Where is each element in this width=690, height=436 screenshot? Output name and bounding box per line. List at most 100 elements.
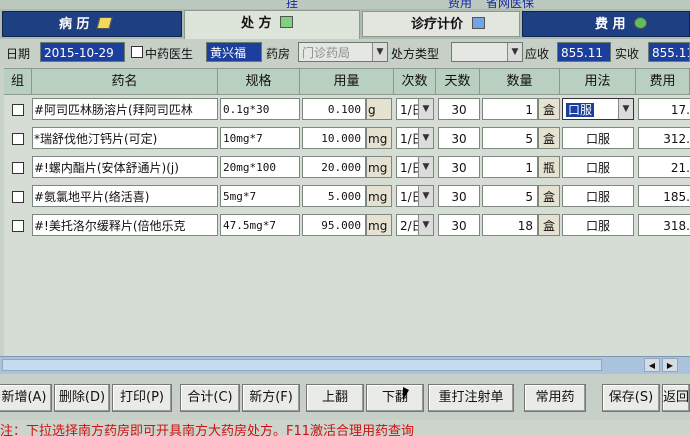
quantity-unit-cell[interactable]: 盒 (538, 98, 560, 120)
dose-unit-cell[interactable]: mg (366, 214, 392, 236)
dose-unit-cell[interactable]: mg (366, 127, 392, 149)
days-cell[interactable]: 30 (438, 185, 480, 207)
usage-select[interactable]: 口服 ▼ (562, 98, 634, 120)
tab-cost[interactable]: 费 用 (522, 11, 690, 37)
top-text-a: 挂 (286, 0, 299, 9)
quantity-unit-cell[interactable]: 盒 (538, 127, 560, 149)
chevron-down-icon[interactable]: ▼ (418, 186, 433, 206)
tab-medical-record[interactable]: 病 历 (2, 11, 182, 37)
delete-button[interactable]: 删除(D) (54, 384, 110, 412)
spec-cell[interactable]: 5mg*7 (220, 185, 300, 207)
frequency-select[interactable]: 1/日 ▼ (396, 127, 434, 149)
col-drug-name: 药名 (32, 69, 218, 95)
tcm-doctor-checkbox[interactable] (131, 46, 143, 58)
drug-name-cell[interactable]: #!螺内酯片(安体舒通片)(j) (32, 156, 218, 178)
date-field[interactable]: 2015-10-29 (40, 42, 125, 62)
dose-unit-cell[interactable]: mg (366, 185, 392, 207)
spec-cell[interactable]: 20mg*100 (220, 156, 300, 178)
quantity-cell[interactable]: 1 (482, 156, 538, 178)
drug-name-cell[interactable]: #阿司匹林肠溶片(拜阿司匹林 (32, 98, 218, 120)
table-row[interactable]: #!美托洛尔缓释片(倍他乐克 47.5mg*7 95.000 mg 2/日 ▼ 30 18 盒口… (4, 212, 690, 238)
received-field[interactable]: 855.11 (648, 42, 690, 62)
dose-cell[interactable]: 10.000 (302, 127, 366, 149)
rx-type-select[interactable]: ▼ (451, 42, 523, 62)
dose-cell[interactable]: 20.000 (302, 156, 366, 178)
quantity-unit-cell[interactable]: 瓶 (538, 156, 560, 178)
frequency-select[interactable]: 1/日 ▼ (396, 98, 434, 120)
quantity-unit-cell[interactable]: 盒 (538, 185, 560, 207)
chevron-down-icon[interactable]: ▼ (418, 157, 433, 177)
dose-cell[interactable]: 95.000 (302, 214, 366, 236)
quantity-cell[interactable]: 5 (482, 185, 538, 207)
frequency-select[interactable]: 1/日 ▼ (396, 185, 434, 207)
usage-cell[interactable]: 口服 (562, 214, 634, 236)
tab-prescription[interactable]: 处 方 (184, 10, 360, 39)
doctor-field[interactable]: 黄兴福 (206, 42, 262, 62)
quantity-unit-cell[interactable]: 盒 (538, 214, 560, 236)
row-checkbox[interactable] (12, 162, 24, 174)
usage-cell[interactable]: 口服 (562, 185, 634, 207)
spec-cell[interactable]: 0.1g*30 (220, 98, 300, 120)
status-bar: 注：下拉选择南方药房即可开具南方大药房处方。F11激活合理用药查询 (0, 420, 690, 436)
days-cell[interactable]: 30 (438, 127, 480, 149)
table-row[interactable]: #氨氯地平片(络活喜) 5mg*7 5.000 mg 1/日 ▼ 30 5 盒口服 185. (4, 183, 690, 209)
status-hint: 注：下拉选择南方药房即可开具南方大药房处方。F11激活合理用药查询 (0, 424, 415, 436)
horizontal-scrollbar[interactable]: ◀ ▶ (0, 356, 690, 374)
chevron-down-icon[interactable]: ▼ (418, 128, 433, 148)
usage-cell[interactable]: 口服 (562, 156, 634, 178)
receivable-field: 855.11 (557, 42, 611, 62)
row-checkbox[interactable] (12, 104, 24, 116)
days-cell[interactable]: 30 (438, 156, 480, 178)
mouse-pointer-icon (403, 387, 409, 400)
coin-icon (634, 17, 648, 29)
days-cell[interactable]: 30 (438, 214, 480, 236)
frequency-select[interactable]: 2/日 ▼ (396, 214, 434, 236)
received-label: 实收 (615, 47, 640, 61)
screen-icon (471, 17, 485, 29)
scrollbar-thumb[interactable] (2, 359, 602, 371)
quantity-cell[interactable]: 1 (482, 98, 538, 120)
new-prescription-button[interactable]: 新方(F) (242, 384, 300, 412)
chevron-down-icon[interactable]: ▼ (418, 99, 433, 119)
reprint-injection-button[interactable]: 重打注射单 (428, 384, 514, 412)
add-button[interactable]: 新增(A) (0, 384, 52, 412)
drug-name-cell[interactable]: #!美托洛尔缓释片(倍他乐克 (32, 214, 218, 236)
dose-unit-cell[interactable]: g (366, 98, 392, 120)
fee-cell: 17. (638, 98, 690, 120)
table-row[interactable]: *瑞舒伐他汀钙片(可定) 10mg*7 10.000 mg 1/日 ▼ 30 5 盒口服 312. (4, 125, 690, 151)
tab-treatment-pricing[interactable]: 诊疗计价 (362, 11, 520, 37)
row-checkbox[interactable] (12, 220, 24, 232)
chevron-down-icon[interactable]: ▼ (507, 43, 522, 61)
page-up-button[interactable]: 上翻 (306, 384, 364, 412)
scroll-left-icon[interactable]: ◀ (644, 358, 660, 372)
usage-cell[interactable]: 口服 (562, 127, 634, 149)
drug-name-cell[interactable]: *瑞舒伐他汀钙片(可定) (32, 127, 218, 149)
chevron-down-icon[interactable]: ▼ (618, 99, 633, 119)
print-button[interactable]: 打印(P) (112, 384, 172, 412)
scroll-right-icon[interactable]: ▶ (662, 358, 678, 372)
table-row[interactable]: #阿司匹林肠溶片(拜阿司匹林 0.1g*30 0.100 g 1/日 ▼ 30 1 盒口服 ▼ 17… (4, 96, 690, 122)
common-drugs-button[interactable]: 常用药 (524, 384, 586, 412)
quantity-cell[interactable]: 5 (482, 127, 538, 149)
back-button[interactable]: 返回 (662, 384, 690, 412)
save-button[interactable]: 保存(S) (602, 384, 660, 412)
total-button[interactable]: 合计(C) (180, 384, 240, 412)
spec-cell[interactable]: 47.5mg*7 (220, 214, 300, 236)
drug-name-cell[interactable]: #氨氯地平片(络活喜) (32, 185, 218, 207)
chevron-down-icon[interactable]: ▼ (418, 215, 433, 235)
spec-cell[interactable]: 10mg*7 (220, 127, 300, 149)
quantity-cell[interactable]: 18 (482, 214, 538, 236)
row-checkbox[interactable] (12, 191, 24, 203)
tab-bar: 病 历 处 方 诊疗计价 费 用 (0, 9, 690, 39)
dose-cell[interactable]: 0.100 (302, 98, 366, 120)
chevron-down-icon[interactable]: ▼ (372, 43, 387, 61)
page-down-button[interactable]: 下翻 (366, 384, 424, 412)
frequency-select[interactable]: 1/日 ▼ (396, 156, 434, 178)
pharmacy-select[interactable]: 门诊药局 ▼ (298, 42, 388, 62)
dose-unit-cell[interactable]: mg (366, 156, 392, 178)
days-cell[interactable]: 30 (438, 98, 480, 120)
fee-cell: 21. (638, 156, 690, 178)
row-checkbox[interactable] (12, 133, 24, 145)
table-row[interactable]: #!螺内酯片(安体舒通片)(j) 20mg*100 20.000 mg 1/日 ▼ 30 1 瓶… (4, 154, 690, 180)
dose-cell[interactable]: 5.000 (302, 185, 366, 207)
